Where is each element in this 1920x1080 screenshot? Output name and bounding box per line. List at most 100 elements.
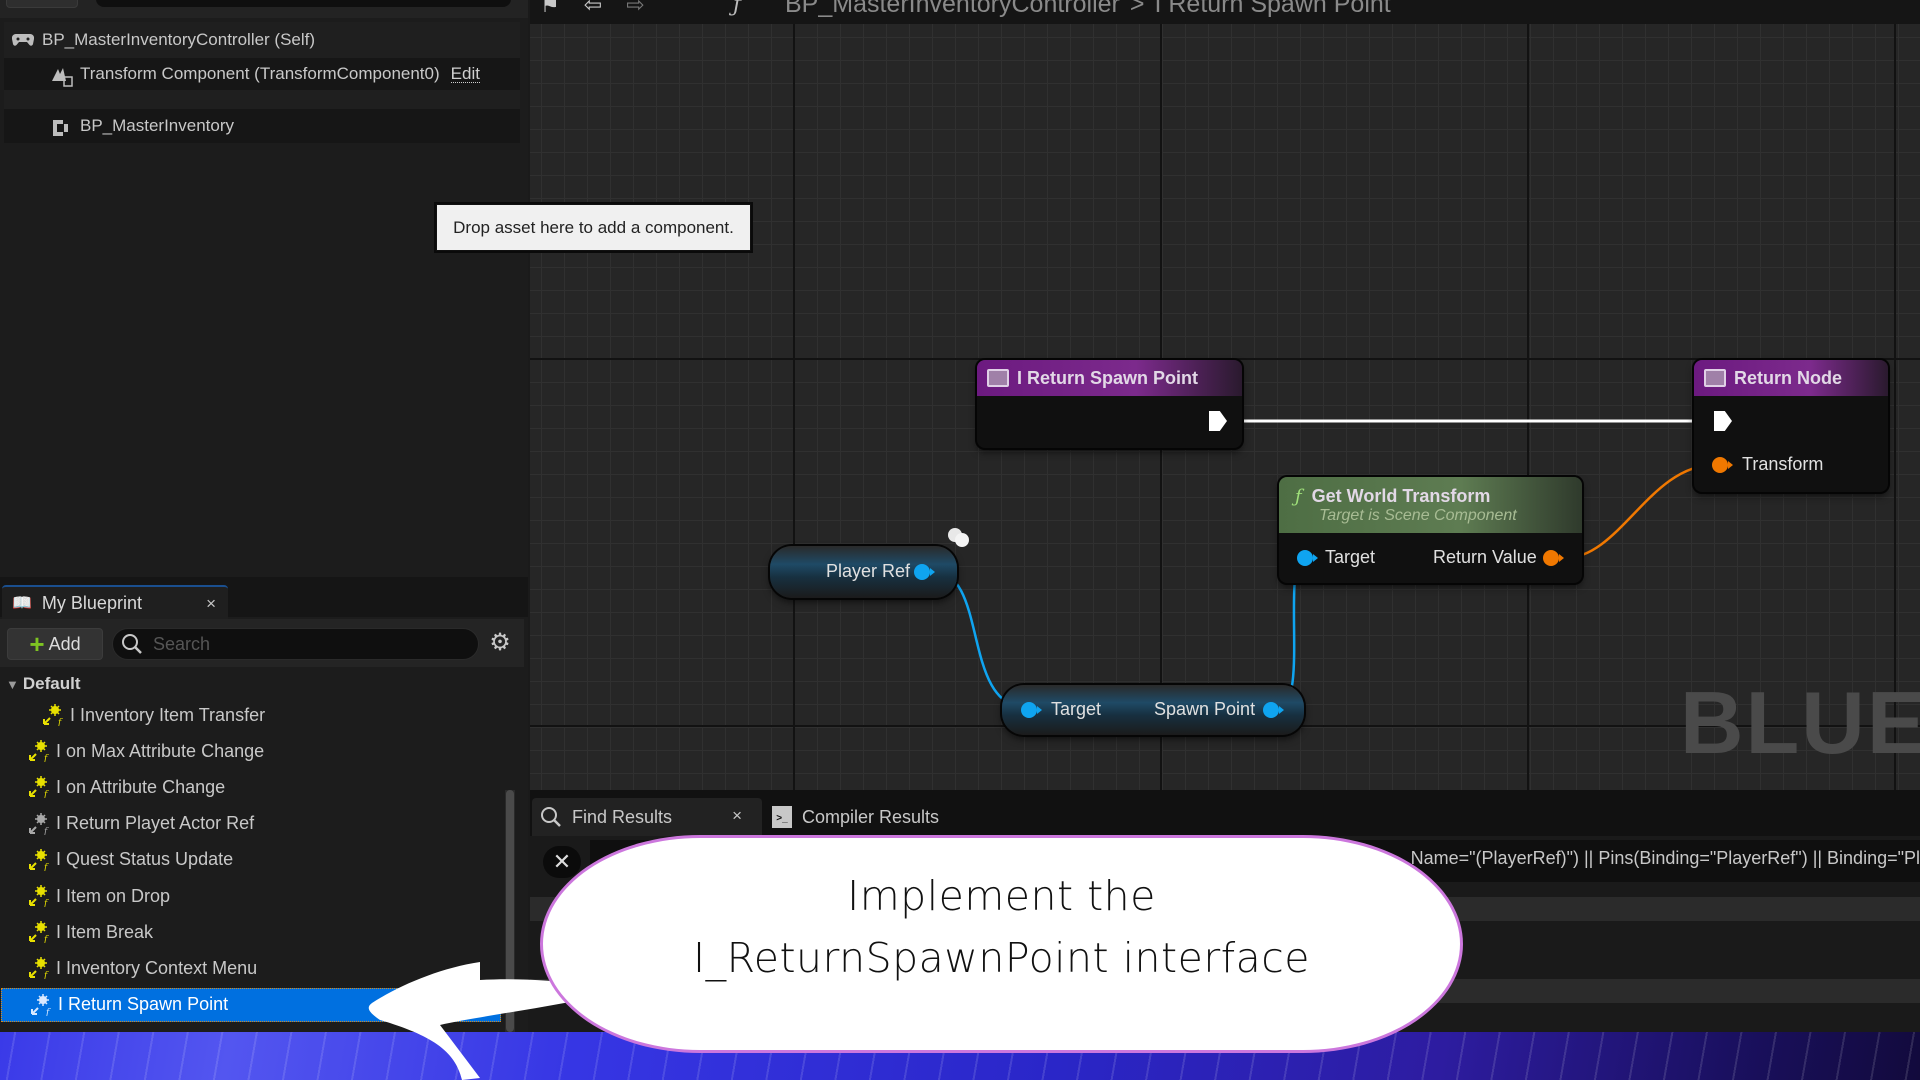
list-item[interactable]: f I Return Playet Actor Ref xyxy=(0,807,500,841)
list-item-label: I on Attribute Change xyxy=(56,776,226,797)
svg-text:f: f xyxy=(43,935,49,943)
my-blueprint-search[interactable] xyxy=(112,628,479,660)
interface-function-icon: f xyxy=(29,921,49,943)
comment-bubble-icon[interactable] xyxy=(945,525,975,551)
breadcrumb: BP_MasterInventoryController > I Return … xyxy=(785,0,1391,19)
transform-pin[interactable] xyxy=(1712,457,1733,473)
list-item-label: I Return Playet Actor Ref xyxy=(56,813,255,834)
book-icon: 📖 xyxy=(12,595,32,612)
target-pin[interactable] xyxy=(1021,702,1042,718)
svg-text:f: f xyxy=(43,754,49,762)
list-item[interactable]: f I Inventory Item Transfer xyxy=(0,698,500,732)
target-pin[interactable] xyxy=(1297,550,1318,566)
component-row-transform[interactable]: Transform Component (TransformComponent0… xyxy=(4,58,520,90)
svg-text:f: f xyxy=(43,971,49,979)
svg-text:f: f xyxy=(57,718,63,726)
bookmark-icon[interactable]: ⚑ xyxy=(540,0,560,18)
breadcrumb-blueprint[interactable]: BP_MasterInventoryController xyxy=(785,0,1120,19)
list-item[interactable]: f I Item on Drop xyxy=(0,879,500,913)
svg-text:f: f xyxy=(43,827,49,835)
find-query-input[interactable]: Name="(PlayerRef)") || Pins(Binding="Pla… xyxy=(1411,848,1920,869)
component-self-label: BP_MasterInventoryController (Self) xyxy=(42,30,316,49)
list-item-label: I Item Break xyxy=(56,921,154,942)
node-title: Get World Transform xyxy=(1311,485,1491,506)
interface-function-icon: f xyxy=(29,740,49,762)
close-tab-button[interactable]: × xyxy=(732,806,742,826)
components-tree: BP_MasterInventoryController (Self) Tran… xyxy=(4,22,520,143)
player-ref-out-pin[interactable] xyxy=(914,564,935,580)
list-item[interactable]: f I on Attribute Change xyxy=(0,770,500,804)
component-row-bp-master-inventory[interactable]: BP_MasterInventory xyxy=(4,109,520,143)
transform-component-icon xyxy=(50,65,73,87)
pin-label-spawn-point: Spawn Point xyxy=(1154,699,1256,719)
search-icon xyxy=(541,807,561,827)
breadcrumb-function[interactable]: I Return Spawn Point xyxy=(1154,0,1390,19)
edit-component-link[interactable]: Edit xyxy=(450,65,480,83)
interface-function-icon: f xyxy=(29,848,49,871)
tab-compiler-results[interactable]: >_ Compiler Results xyxy=(772,798,939,836)
search-input[interactable] xyxy=(153,633,453,655)
components-search-input[interactable] xyxy=(96,0,511,7)
list-item[interactable]: f I Inventory Context Menu xyxy=(0,951,500,985)
forward-arrow-icon[interactable]: ⇨ xyxy=(626,0,644,18)
component-child-label: BP_MasterInventory xyxy=(80,116,235,135)
category-default[interactable]: ▼ Default xyxy=(6,672,81,696)
back-arrow-icon[interactable]: ⇦ xyxy=(584,0,602,18)
interface-function-icon: f xyxy=(29,957,49,979)
pin-label-target: Target xyxy=(1051,699,1102,719)
event-icon xyxy=(987,369,1009,387)
exec-in-pin[interactable] xyxy=(1714,411,1732,431)
svg-text:f: f xyxy=(43,899,49,907)
list-item[interactable]: f I on Max Attribute Change xyxy=(0,734,500,768)
pin-label-return-value: Return Value xyxy=(1433,547,1537,567)
list-item-label: I Inventory Context Menu xyxy=(56,957,258,978)
node-spawn-point-getter[interactable]: Target Spawn Point xyxy=(1002,685,1304,735)
drop-asset-tooltip: Drop asset here to add a component. xyxy=(436,204,751,251)
tab-my-blueprint[interactable]: 📖 My Blueprint × xyxy=(2,585,228,619)
interface-function-icon: f xyxy=(29,776,49,798)
plus-icon: + xyxy=(29,629,45,659)
component-row-self[interactable]: BP_MasterInventoryController (Self) xyxy=(4,24,520,56)
pin-label-transform: Transform xyxy=(1742,454,1824,474)
close-tab-button[interactable]: × xyxy=(206,594,216,614)
add-button[interactable]: + Add xyxy=(7,628,103,660)
list-item-label: I Item on Drop xyxy=(56,885,171,906)
node-subtitle: Target is Scene Component xyxy=(1319,506,1517,524)
function-icon: ƒ xyxy=(1295,485,1302,507)
tab-label: Find Results xyxy=(572,806,673,827)
compiler-log-icon: >_ xyxy=(772,806,792,828)
node-header: ƒ Get World Transform Target is Scene Co… xyxy=(1279,477,1582,533)
node-function-entry[interactable]: I Return Spawn Point xyxy=(977,360,1242,448)
list-item-label: I Quest Status Update xyxy=(56,849,234,870)
list-item-label: I Inventory Item Transfer xyxy=(70,704,266,725)
pin-label-target: Target xyxy=(1325,547,1376,567)
return-value-pin[interactable] xyxy=(1543,550,1564,566)
list-item[interactable]: f I Return Spawn Point xyxy=(1,987,501,1022)
event-icon xyxy=(1704,369,1726,387)
list-scrollbar-thumb[interactable] xyxy=(506,790,514,1032)
interface-function-icon: f xyxy=(29,812,49,835)
svg-text:f: f xyxy=(43,863,49,871)
tab-find-results[interactable]: Find Results × xyxy=(532,798,762,836)
clear-search-button[interactable]: ✕ xyxy=(543,846,581,878)
interface-function-icon: f xyxy=(43,704,63,726)
child-actor-component-icon xyxy=(50,117,72,136)
list-item[interactable]: f I Quest Status Update xyxy=(0,843,500,877)
svg-text:f: f xyxy=(45,1008,51,1016)
exec-out-pin[interactable] xyxy=(1209,411,1227,431)
callout-line-1: Implement the xyxy=(847,872,1156,920)
search-icon xyxy=(122,634,142,654)
tab-label: Compiler Results xyxy=(802,806,940,827)
component-transform-label: Transform Component (TransformComponent0… xyxy=(80,64,440,83)
add-component-button[interactable] xyxy=(6,0,78,8)
node-get-world-transform[interactable]: ƒ Get World Transform Target is Scene Co… xyxy=(1279,477,1582,583)
settings-gear-icon[interactable]: ⚙ xyxy=(487,630,513,656)
list-item[interactable]: f I Item Break xyxy=(0,915,500,949)
callout-text: Implement the I_ReturnSpawnPoint interfa… xyxy=(693,865,1310,989)
collapse-triangle-icon: ▼ xyxy=(6,676,19,692)
node-return[interactable]: Return Node Transform xyxy=(1694,360,1888,492)
list-item-label: I on Max Attribute Change xyxy=(56,740,265,761)
node-player-ref[interactable]: Player Ref xyxy=(770,546,957,598)
spawn-point-out-pin[interactable] xyxy=(1263,702,1284,718)
svg-text:f: f xyxy=(43,790,49,798)
